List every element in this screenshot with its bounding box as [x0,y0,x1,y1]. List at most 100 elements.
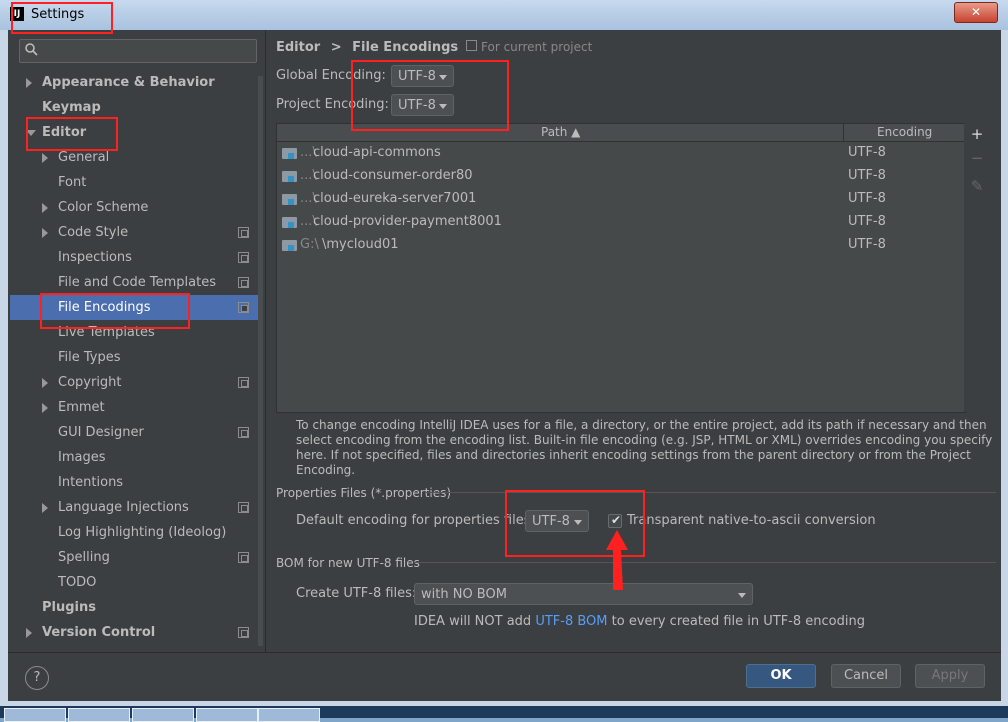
project-scope-icon [238,302,249,313]
cancel-button[interactable]: Cancel [831,664,901,688]
row-encoding[interactable]: UTF-8 [848,145,886,160]
project-scope-icon [238,252,249,263]
chevron-right-icon[interactable] [42,378,48,388]
project-scope-icon [466,40,477,51]
chevron-right-icon[interactable] [42,203,48,213]
intellij-logo-icon: IJ [10,7,24,21]
scope-note-text: For current project [481,40,593,54]
sidebar-item-label: Inspections [58,250,132,265]
row-encoding[interactable]: UTF-8 [848,191,886,206]
help-button[interactable]: ? [25,666,49,690]
annotation-arrow-icon [606,530,628,590]
sidebar-item-color-scheme[interactable]: Color Scheme [10,195,263,220]
taskbar-item[interactable] [196,708,258,722]
table-row[interactable]: ...\ cloud-api-commons UTF-8 [277,141,965,164]
chevron-right-icon[interactable] [42,403,48,413]
sidebar-item-inspections[interactable]: Inspections [10,245,263,270]
sidebar-item-file-types[interactable]: File Types [10,345,263,370]
sidebar-item-live-templates[interactable]: Live Templates [10,320,263,345]
global-encoding-select[interactable]: UTF-8 [391,65,454,87]
module-folder-icon [282,240,297,251]
project-scope-icon [238,552,249,563]
search-icon [25,43,38,56]
taskbar-item[interactable] [132,708,194,722]
project-encoding-select[interactable]: UTF-8 [391,94,454,116]
sidebar-item-label: Version Control [42,625,156,640]
table-row[interactable]: ...\ cloud-eureka-server7001 UTF-8 [277,187,965,210]
column-path[interactable]: Path ▲ [541,125,580,139]
module-folder-icon [282,217,297,228]
sidebar-item-label: Live Templates [58,325,155,340]
ok-button[interactable]: OK [746,664,816,688]
sidebar-item-label: General [58,150,110,165]
module-folder-icon [282,171,297,182]
module-folder-icon [282,148,297,159]
chevron-right-icon[interactable] [42,153,48,163]
sidebar-item-label: Editor [42,125,87,140]
sidebar-item-copyright[interactable]: Copyright [10,370,263,395]
sidebar-item-label: File and Code Templates [58,275,216,290]
sidebar-item-intentions[interactable]: Intentions [10,470,263,495]
sidebar-item-label: Keymap [42,100,101,115]
sidebar-item-font[interactable]: Font [10,170,263,195]
taskbar-item[interactable] [68,708,130,722]
title-bar: IJ Settings ✕ [0,0,1008,30]
sidebar-item-emmet[interactable]: Emmet [10,395,263,420]
sidebar-item-label: Emmet [58,400,105,415]
sidebar-item-keymap[interactable]: Keymap [10,95,263,120]
bom-note-suffix: to every created file in UTF-8 encoding [607,614,865,629]
sidebar-item-file-and-code-templates[interactable]: File and Code Templates [10,270,263,295]
sidebar-scrollbar[interactable] [258,76,263,646]
properties-encoding-select[interactable]: UTF-8 [525,510,589,532]
sidebar-item-appearance-behavior[interactable]: Appearance & Behavior [10,70,263,95]
sidebar-item-file-encodings[interactable]: File Encodings [10,295,263,320]
sidebar-item-version-control[interactable]: Version Control [10,620,263,645]
chevron-right-icon[interactable] [42,503,48,513]
settings-sidebar: Appearance & Behavior Keymap Editor General… [8,30,266,652]
dialog-button-bar: ? OK Cancel Apply [8,652,1001,701]
chevron-right-icon[interactable] [42,228,48,238]
chevron-down-icon[interactable] [26,130,36,136]
chevron-right-icon[interactable] [26,628,32,638]
search-input[interactable] [19,39,257,63]
table-row[interactable]: G:\ \mycloud01 UTF-8 [277,233,965,256]
close-button[interactable]: ✕ [954,2,998,23]
taskbar-item[interactable] [258,708,320,722]
create-utf8-label: Create UTF-8 files: [296,586,417,601]
chevron-right-icon[interactable] [26,78,32,88]
sidebar-item-todo[interactable]: TODO [10,570,263,595]
sidebar-item-log-highlighting-ideolog[interactable]: Log Highlighting (Ideolog) [10,520,263,545]
sidebar-item-general[interactable]: General [10,145,263,170]
properties-encoding-value: UTF-8 [532,514,570,529]
sidebar-item-label: Spelling [58,550,110,565]
settings-window: IJ Settings ✕ Appearance & Behavior Keyma… [0,0,1008,706]
native-to-ascii-checkbox[interactable]: ✔ [608,513,622,528]
native-to-ascii-label[interactable]: Transparent native-to-ascii conversion [627,513,876,528]
table-row[interactable]: ...\ cloud-provider-payment8001 UTF-8 [277,210,965,233]
utf8-bom-link[interactable]: UTF-8 BOM [535,614,607,629]
sidebar-item-label: File Encodings [58,300,151,315]
sidebar-item-gui-designer[interactable]: GUI Designer [10,420,263,445]
add-icon[interactable]: + [970,127,984,142]
sidebar-item-spelling[interactable]: Spelling [10,545,263,570]
taskbar-item[interactable] [4,708,66,722]
row-encoding[interactable]: UTF-8 [848,237,886,252]
bom-note: IDEA will NOT add UTF-8 BOM to every cre… [414,614,865,629]
sidebar-item-plugins[interactable]: Plugins [10,595,263,620]
sidebar-item-editor[interactable]: Editor [10,120,263,145]
sidebar-item-images[interactable]: Images [10,445,263,470]
table-toolbar: + − ✎ [964,123,990,411]
sidebar-item-code-style[interactable]: Code Style [10,220,263,245]
bom-mode-select[interactable]: with NO BOM [414,583,753,605]
properties-encoding-label: Default encoding for properties files: [296,513,535,528]
bom-mode-value: with NO BOM [421,587,507,602]
edit-icon[interactable]: ✎ [970,179,984,194]
row-encoding[interactable]: UTF-8 [848,214,886,229]
remove-icon[interactable]: − [970,151,984,166]
column-encoding[interactable]: Encoding [877,125,932,139]
project-scope-icon [238,227,249,238]
sidebar-item-language-injections[interactable]: Language Injections [10,495,263,520]
apply-button[interactable]: Apply [915,664,985,688]
row-encoding[interactable]: UTF-8 [848,168,886,183]
table-row[interactable]: ...\ cloud-consumer-order80 UTF-8 [277,164,965,187]
